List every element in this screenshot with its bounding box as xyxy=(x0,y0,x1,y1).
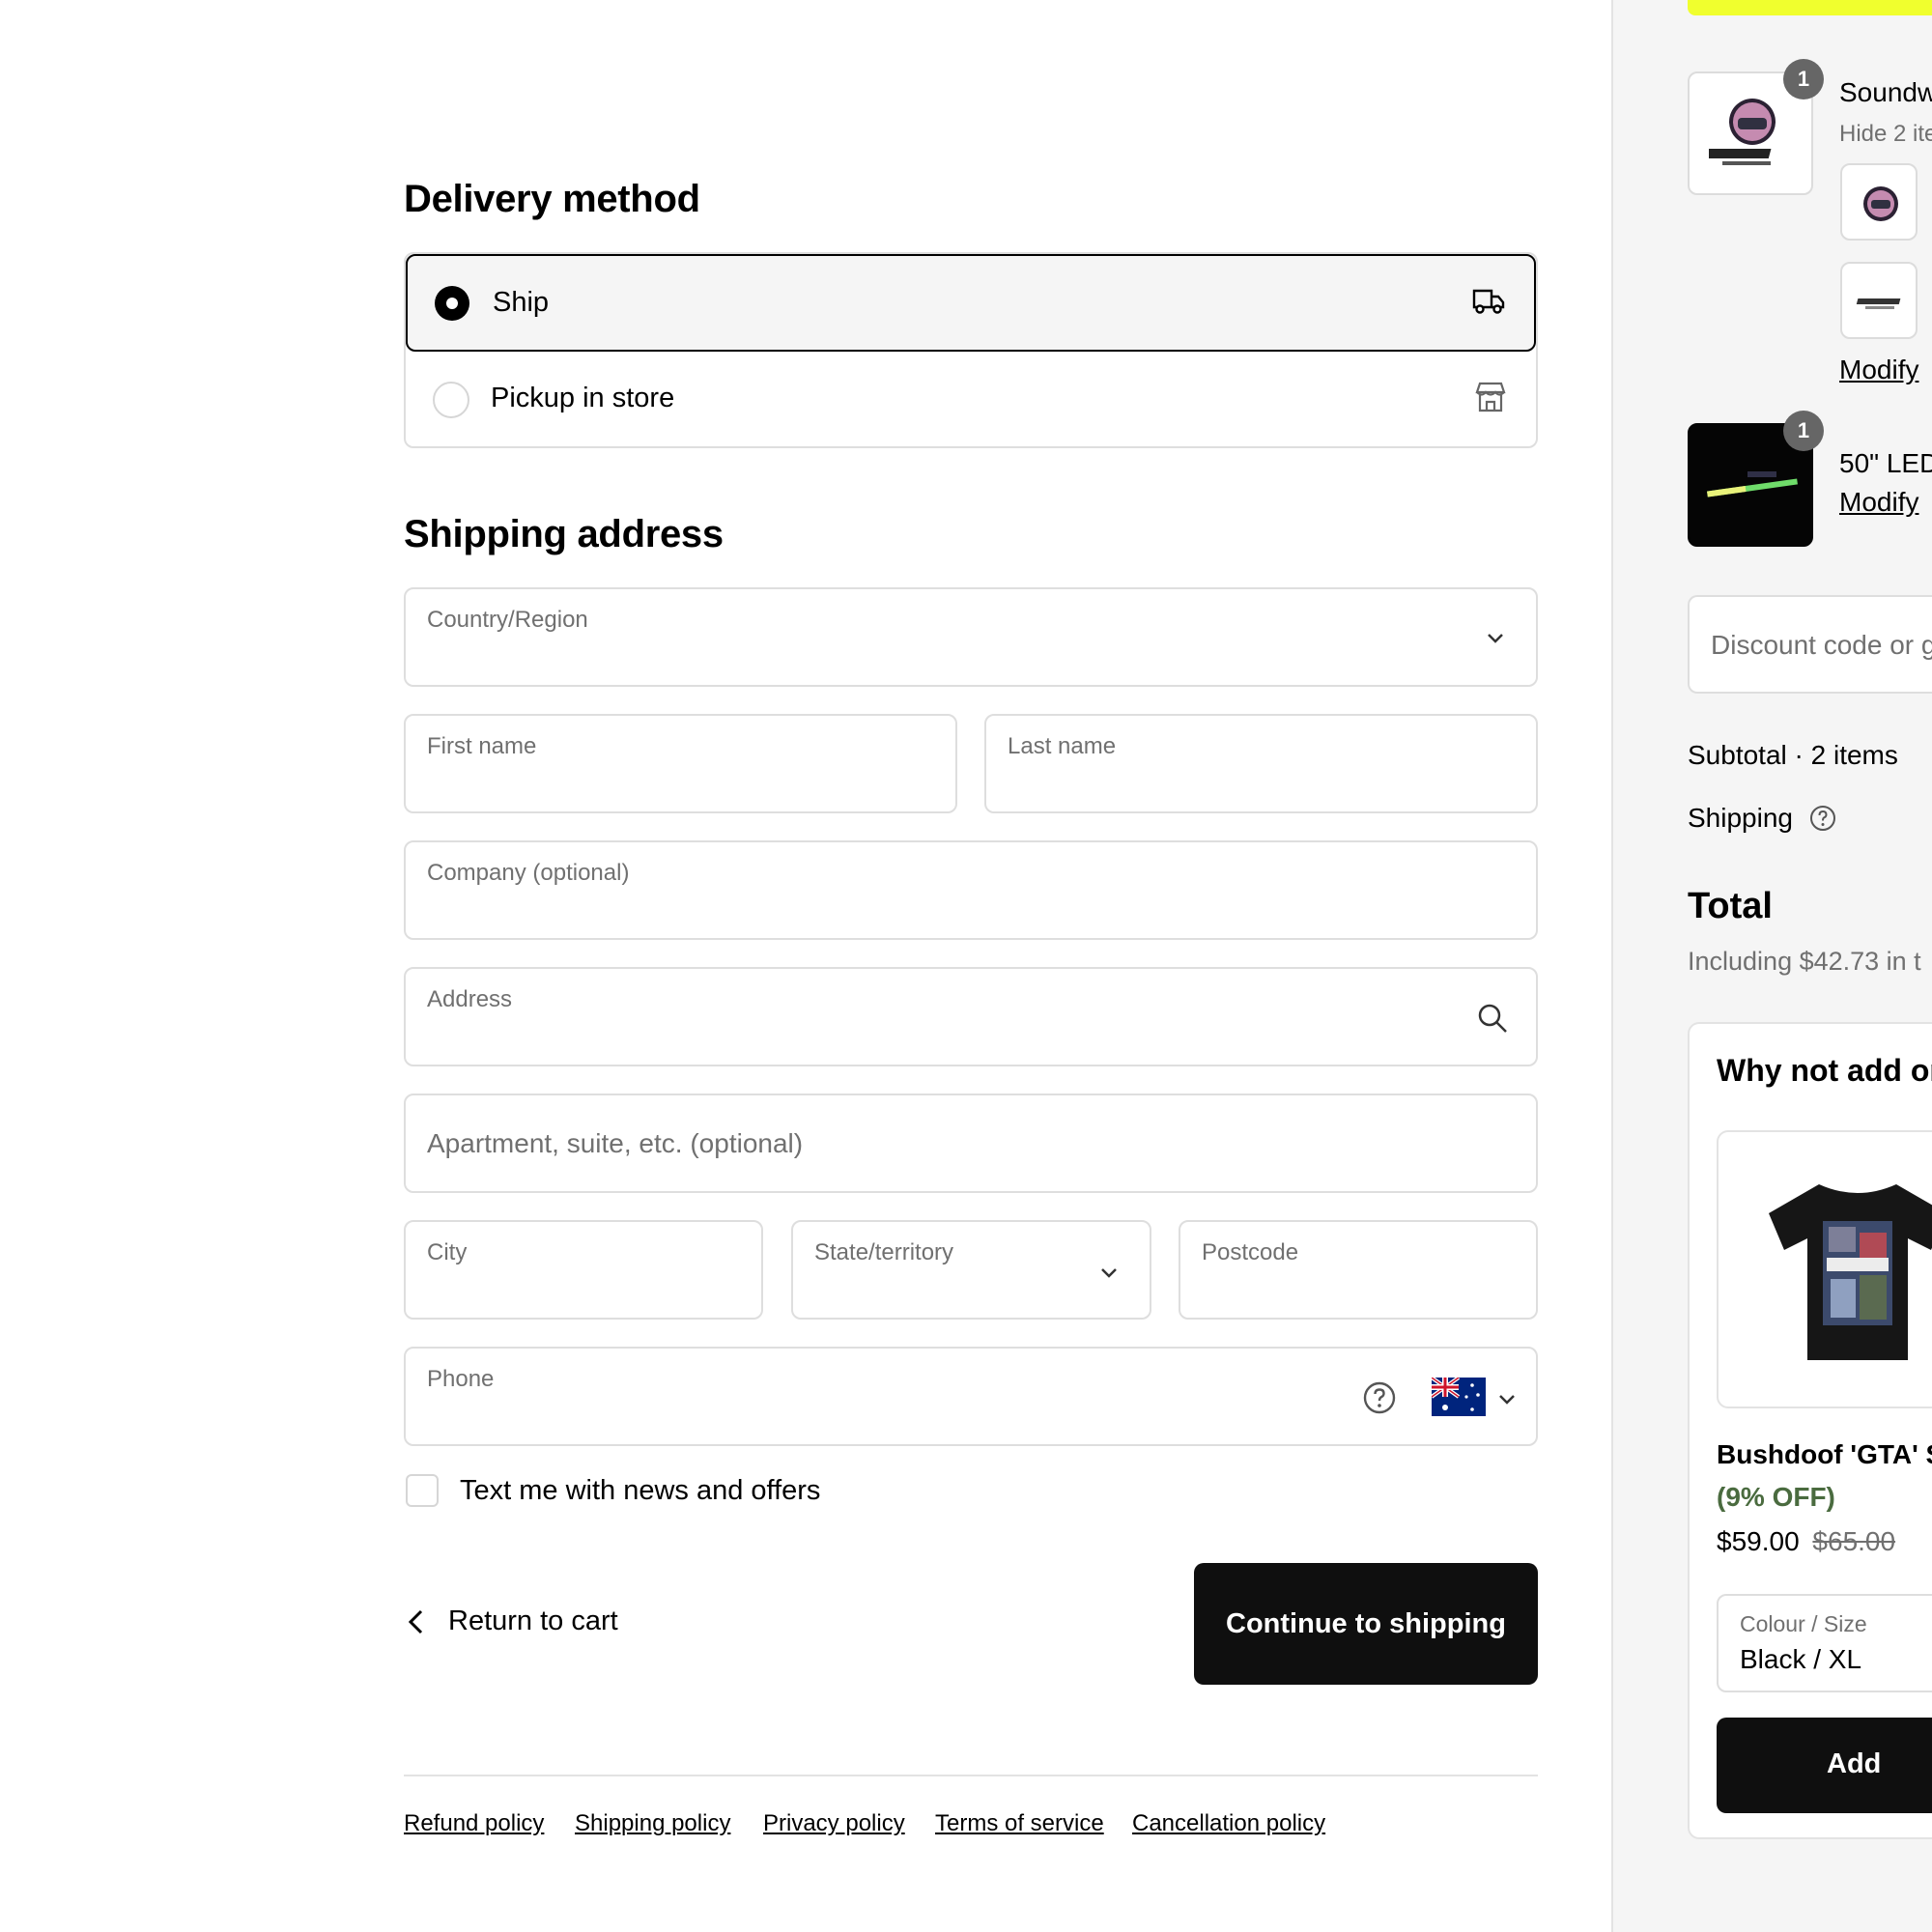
modify-link[interactable]: Modify xyxy=(1839,487,1918,518)
product-image xyxy=(1709,99,1776,165)
upsell-compare-price: $65.00 xyxy=(1812,1526,1896,1556)
search-icon[interactable] xyxy=(1476,1002,1509,1035)
apartment-placeholder: Apartment, suite, etc. (optional) xyxy=(427,1128,804,1158)
subtotal-label: Subtotal · 2 items xyxy=(1688,740,1898,770)
address-label: Address xyxy=(427,986,513,1012)
ship-label: Ship xyxy=(493,287,550,318)
pickup-radio[interactable] xyxy=(433,382,469,418)
add-button-label: Add xyxy=(1827,1748,1882,1779)
apartment-field[interactable]: Apartment, suite, etc. (optional) xyxy=(404,1094,1538,1193)
phone-label: Phone xyxy=(427,1366,495,1392)
city-field[interactable]: City xyxy=(404,1220,763,1320)
item-name: Soundw xyxy=(1839,77,1932,107)
sms-optin-checkbox[interactable] xyxy=(406,1474,439,1507)
tax-note: Including $42.73 in t xyxy=(1688,947,1921,976)
last-name-label: Last name xyxy=(1008,733,1117,759)
promo-bar xyxy=(1688,0,1932,15)
city-label: City xyxy=(427,1239,468,1265)
country-label: Country/Region xyxy=(427,607,588,633)
last-name-field[interactable]: Last name xyxy=(984,714,1538,813)
first-name-label: First name xyxy=(427,733,537,759)
footer-divider xyxy=(404,1775,1538,1776)
postcode-label: Postcode xyxy=(1202,1239,1299,1265)
ship-radio[interactable] xyxy=(435,286,469,321)
refund-policy-link[interactable]: Refund policy xyxy=(404,1810,544,1837)
total-label: Total xyxy=(1688,886,1773,926)
upsell-heading: Why not add or xyxy=(1717,1053,1932,1088)
terms-of-service-link[interactable]: Terms of service xyxy=(935,1810,1104,1837)
privacy-policy-link[interactable]: Privacy policy xyxy=(763,1810,905,1837)
upsell-discount: (9% OFF) xyxy=(1717,1482,1835,1512)
chevron-down-icon xyxy=(1499,1395,1515,1405)
variant-select[interactable]: Colour / Size Black / XL xyxy=(1717,1594,1932,1692)
upsell-product-image xyxy=(1717,1130,1932,1408)
upsell-card: Why not add or Bushdoof 'GTA' S (9% OFF)… xyxy=(1688,1022,1932,1839)
chevron-down-icon xyxy=(1488,634,1503,643)
australia-flag-icon xyxy=(1432,1378,1486,1416)
shipping-label: Shipping xyxy=(1688,803,1793,833)
order-summary: 1 Soundw Hide 2 ite Modify 1 50" LED Mod… xyxy=(1611,0,1932,1932)
bundle-item-image xyxy=(1856,298,1901,309)
chevron-left-icon xyxy=(408,1609,423,1634)
pickup-label: Pickup in store xyxy=(491,383,675,413)
delivery-option-pickup[interactable]: Pickup in store xyxy=(406,352,1536,446)
first-name-field[interactable]: First name xyxy=(404,714,957,813)
state-label: State/territory xyxy=(814,1239,954,1265)
return-to-cart-label: Return to cart xyxy=(448,1605,618,1636)
modify-link[interactable]: Modify xyxy=(1839,355,1918,385)
shipping-policy-link[interactable]: Shipping policy xyxy=(575,1810,730,1837)
continue-to-shipping-button[interactable]: Continue to shipping xyxy=(1194,1563,1538,1685)
variant-label: Colour / Size xyxy=(1740,1611,1867,1636)
phone-field[interactable]: Phone xyxy=(404,1347,1538,1446)
variant-value: Black / XL xyxy=(1740,1644,1862,1674)
company-label: Company (optional) xyxy=(427,860,630,886)
company-field[interactable]: Company (optional) xyxy=(404,840,1538,940)
tshirt-image xyxy=(1769,1184,1932,1360)
add-upsell-button[interactable]: Add xyxy=(1717,1718,1932,1813)
store-icon xyxy=(1475,382,1506,412)
upsell-price: $59.00 $65.00 xyxy=(1717,1526,1895,1557)
product-image xyxy=(1707,471,1798,497)
chevron-down-icon xyxy=(1101,1268,1117,1278)
state-select[interactable]: State/territory xyxy=(791,1220,1151,1320)
postcode-field[interactable]: Postcode xyxy=(1179,1220,1538,1320)
discount-code-field[interactable]: Discount code or g xyxy=(1688,595,1932,694)
item-name: 50" LED xyxy=(1839,448,1932,478)
sms-optin-label: Text me with news and offers xyxy=(460,1475,821,1506)
country-code-select[interactable] xyxy=(1432,1376,1523,1420)
quantity-badge: 1 xyxy=(1783,411,1824,451)
delivery-options: Ship Pickup in store xyxy=(404,252,1538,448)
delivery-option-ship[interactable]: Ship xyxy=(406,254,1536,352)
discount-placeholder: Discount code or g xyxy=(1711,630,1932,660)
cancellation-policy-link[interactable]: Cancellation policy xyxy=(1132,1810,1325,1837)
address-field[interactable]: Address xyxy=(404,967,1538,1066)
upsell-sale-price: $59.00 xyxy=(1717,1526,1800,1556)
bundle-item-thumbnail xyxy=(1840,163,1918,241)
truck-icon xyxy=(1472,289,1505,314)
delivery-heading: Delivery method xyxy=(404,178,700,220)
shipping-heading: Shipping address xyxy=(404,513,724,555)
quantity-badge: 1 xyxy=(1783,59,1824,99)
bundle-item-image xyxy=(1863,186,1898,221)
help-icon[interactable] xyxy=(1362,1380,1397,1415)
help-icon[interactable] xyxy=(1808,804,1837,833)
country-select[interactable]: Country/Region xyxy=(404,587,1538,687)
hide-items-toggle[interactable]: Hide 2 ite xyxy=(1839,121,1932,148)
bundle-item-thumbnail xyxy=(1840,262,1918,339)
upsell-product-name: Bushdoof 'GTA' S xyxy=(1717,1439,1932,1469)
